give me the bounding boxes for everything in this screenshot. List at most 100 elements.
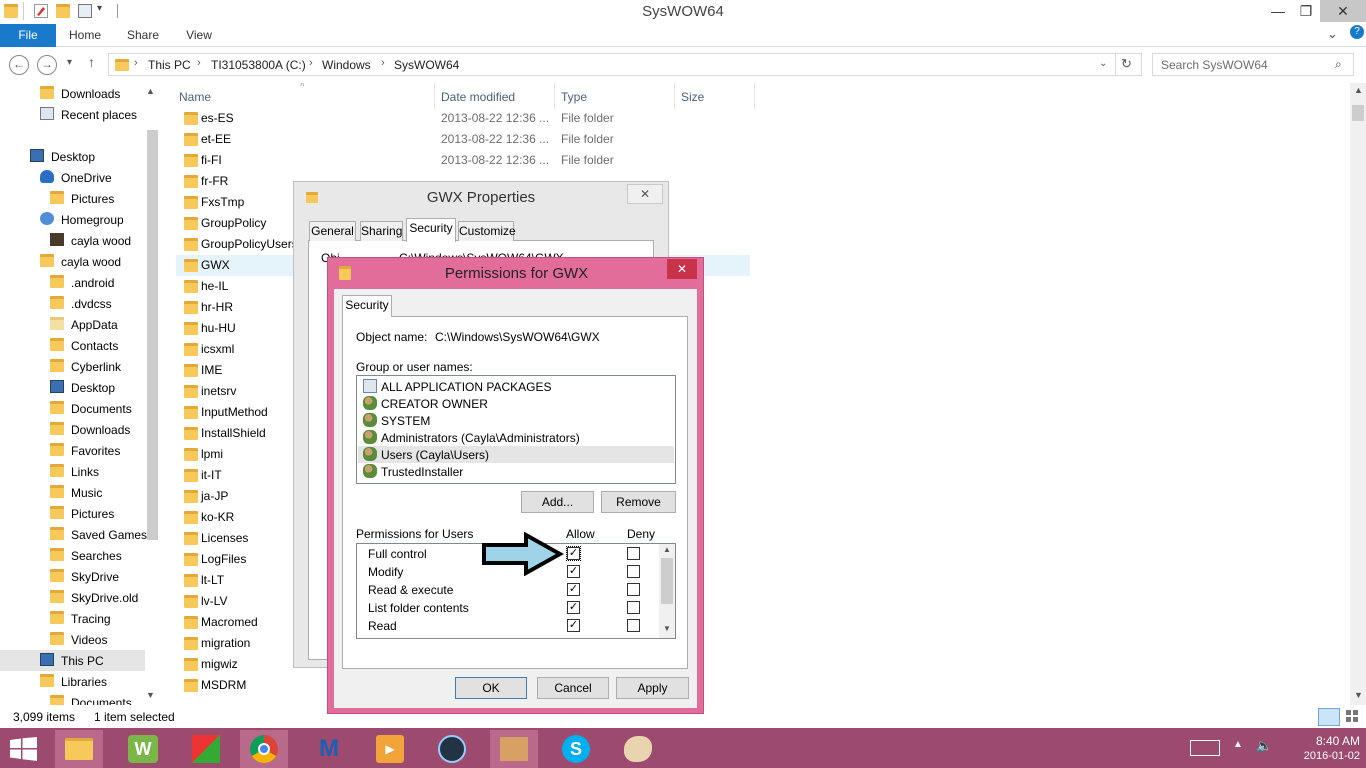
gwx-close-button[interactable]: ✕ xyxy=(627,184,663,204)
breadcrumb-windows[interactable]: Windows xyxy=(322,58,371,72)
user-list-item[interactable]: Administrators (Cayla\Administrators) xyxy=(358,429,674,446)
tab-home[interactable]: Home xyxy=(60,24,110,47)
perm-scroll-down-icon[interactable]: ▼ xyxy=(663,624,671,633)
gwx-tab-general[interactable]: General xyxy=(309,221,356,241)
user-list-item[interactable]: Users (Cayla\Users) xyxy=(358,446,674,463)
sidebar-item[interactable]: Documents xyxy=(0,692,145,705)
apply-button[interactable]: Apply xyxy=(616,677,689,699)
permission-scrollbar[interactable]: ▲ ▼ xyxy=(659,544,675,638)
sidebar-item[interactable]: Recent places xyxy=(0,104,145,125)
sidebar-item[interactable]: Documents xyxy=(0,398,145,419)
gwx-tab-security[interactable]: Security xyxy=(406,218,456,242)
clock-date[interactable]: 2016-01-02 xyxy=(1280,750,1360,762)
chrome-taskbar-icon[interactable] xyxy=(240,730,288,768)
address-bar[interactable]: › This PC › TI31053800A (C:) › Windows ›… xyxy=(108,53,1142,76)
tab-file[interactable]: File xyxy=(0,24,56,47)
table-row[interactable]: es-ES 2013-08-22 12:36 ... File folder xyxy=(176,108,758,129)
sidebar-item[interactable]: Desktop xyxy=(0,377,145,398)
permissions-close-button[interactable]: ✕ xyxy=(667,259,697,279)
media-player-taskbar-icon[interactable]: ▶ xyxy=(366,730,414,768)
allow-checkbox[interactable]: ✓ xyxy=(566,546,581,561)
sidebar-item[interactable]: AppData xyxy=(0,314,145,335)
maximize-button[interactable]: ❐ xyxy=(1292,0,1320,22)
sidebar-item[interactable]: SkyDrive xyxy=(0,566,145,587)
control-panel-taskbar-icon[interactable] xyxy=(490,730,538,768)
allow-checkbox[interactable]: ✓ xyxy=(567,601,580,614)
expand-ribbon-icon[interactable]: ⌄ xyxy=(1327,26,1338,42)
gwx-tab-customize[interactable]: Customize xyxy=(458,221,516,241)
sidebar-item[interactable]: Contacts xyxy=(0,335,145,356)
user-list-item[interactable]: CREATOR OWNER xyxy=(358,395,674,412)
sidebar-item[interactable]: Favorites xyxy=(0,440,145,461)
video-editor-taskbar-icon[interactable] xyxy=(428,730,476,768)
table-row[interactable]: fi-FI 2013-08-22 12:36 ... File folder xyxy=(176,150,758,171)
user-list-item[interactable]: TrustedInstaller xyxy=(358,463,674,480)
sidebar-item[interactable]: .dvdcss xyxy=(0,293,145,314)
address-dropdown-icon[interactable]: ⌄ xyxy=(1099,58,1107,69)
start-button[interactable] xyxy=(10,737,38,761)
clock-time[interactable]: 8:40 AM xyxy=(1280,734,1360,748)
allow-checkbox[interactable]: ✓ xyxy=(567,565,580,578)
remove-button[interactable]: Remove xyxy=(601,491,676,513)
perm-scroll-up-icon[interactable]: ▲ xyxy=(663,545,671,554)
add-button[interactable]: Add... xyxy=(521,491,594,513)
forward-button[interactable]: → xyxy=(37,55,57,75)
deny-checkbox[interactable] xyxy=(627,601,640,614)
main-scrollbar[interactable]: ▲ ▼ xyxy=(1350,83,1366,705)
breadcrumb-drive[interactable]: TI31053800A (C:) xyxy=(211,58,306,72)
sidebar-item[interactable]: Searches xyxy=(0,545,145,566)
paint-taskbar-icon[interactable] xyxy=(614,730,662,768)
sidebar-item[interactable]: Cyberlink xyxy=(0,356,145,377)
sidebar-item[interactable]: Homegroup xyxy=(0,209,145,230)
ok-button[interactable]: OK xyxy=(455,677,527,699)
sidebar-item[interactable]: Downloads xyxy=(0,83,145,104)
perm-scrollbar-thumb[interactable] xyxy=(661,558,673,604)
deny-checkbox[interactable] xyxy=(627,547,640,560)
show-hidden-icons-icon[interactable]: ▲ xyxy=(1233,739,1243,750)
close-button[interactable]: ✕ xyxy=(1320,0,1366,22)
column-date-modified[interactable]: Date modified xyxy=(441,90,515,104)
allow-checkbox[interactable]: ✓ xyxy=(567,583,580,596)
volume-icon[interactable]: 🔈 xyxy=(1256,738,1272,754)
back-button[interactable]: ← xyxy=(9,55,29,75)
scroll-down-icon[interactable]: ▼ xyxy=(1354,690,1363,700)
gwx-tab-sharing[interactable]: Sharing xyxy=(360,221,403,241)
column-type[interactable]: Type xyxy=(561,90,587,104)
details-view-icon[interactable] xyxy=(1318,708,1340,726)
malwarebytes-taskbar-icon[interactable]: M xyxy=(305,730,353,768)
cancel-button[interactable]: Cancel xyxy=(537,677,609,699)
sidebar-item[interactable]: Pictures xyxy=(0,503,145,524)
sidebar-item[interactable]: Music xyxy=(0,482,145,503)
sidebar-item[interactable]: cayla wood xyxy=(0,230,145,251)
sidebar-item[interactable]: .android xyxy=(0,272,145,293)
sidebar-item[interactable]: Videos xyxy=(0,629,145,650)
user-list-item[interactable]: SYSTEM xyxy=(358,412,674,429)
breadcrumb-this-pc[interactable]: This PC xyxy=(148,58,191,72)
up-button[interactable]: ↑ xyxy=(88,54,95,70)
help-icon[interactable]: ? xyxy=(1350,25,1364,39)
allow-checkbox[interactable]: ✓ xyxy=(567,619,580,632)
sidebar-item[interactable]: Saved Games xyxy=(0,524,147,545)
sidebar-item[interactable]: Pictures xyxy=(0,188,145,209)
deny-checkbox[interactable] xyxy=(627,583,640,596)
scrollbar-thumb[interactable] xyxy=(1352,105,1364,121)
permissions-tab-security[interactable]: Security xyxy=(342,295,392,317)
sidebar-item[interactable]: This PC xyxy=(0,650,145,671)
search-input[interactable]: Search SysWOW64 ⌕ xyxy=(1152,53,1354,76)
recent-locations-icon[interactable]: ▾ xyxy=(67,57,72,68)
deny-checkbox[interactable] xyxy=(627,619,640,632)
nav-scroll-up-icon[interactable]: ▲ xyxy=(146,86,155,96)
refresh-icon[interactable]: ↻ xyxy=(1121,56,1132,72)
tab-view[interactable]: View xyxy=(174,24,224,47)
sidebar-item[interactable]: Links xyxy=(0,461,145,482)
user-list-item[interactable]: ALL APPLICATION PACKAGES xyxy=(358,378,674,395)
scroll-up-icon[interactable]: ▲ xyxy=(1354,85,1363,95)
skype-taskbar-icon[interactable]: S xyxy=(552,730,600,768)
sidebar-item[interactable]: Desktop xyxy=(0,146,145,167)
deny-checkbox[interactable] xyxy=(627,565,640,578)
file-explorer-taskbar-icon[interactable] xyxy=(55,730,103,768)
photo-app-taskbar-icon[interactable] xyxy=(182,730,230,768)
table-row[interactable]: et-EE 2013-08-22 12:36 ... File folder xyxy=(176,129,758,150)
nav-scroll-down-icon[interactable]: ▼ xyxy=(146,690,155,700)
column-size[interactable]: Size xyxy=(681,90,704,104)
